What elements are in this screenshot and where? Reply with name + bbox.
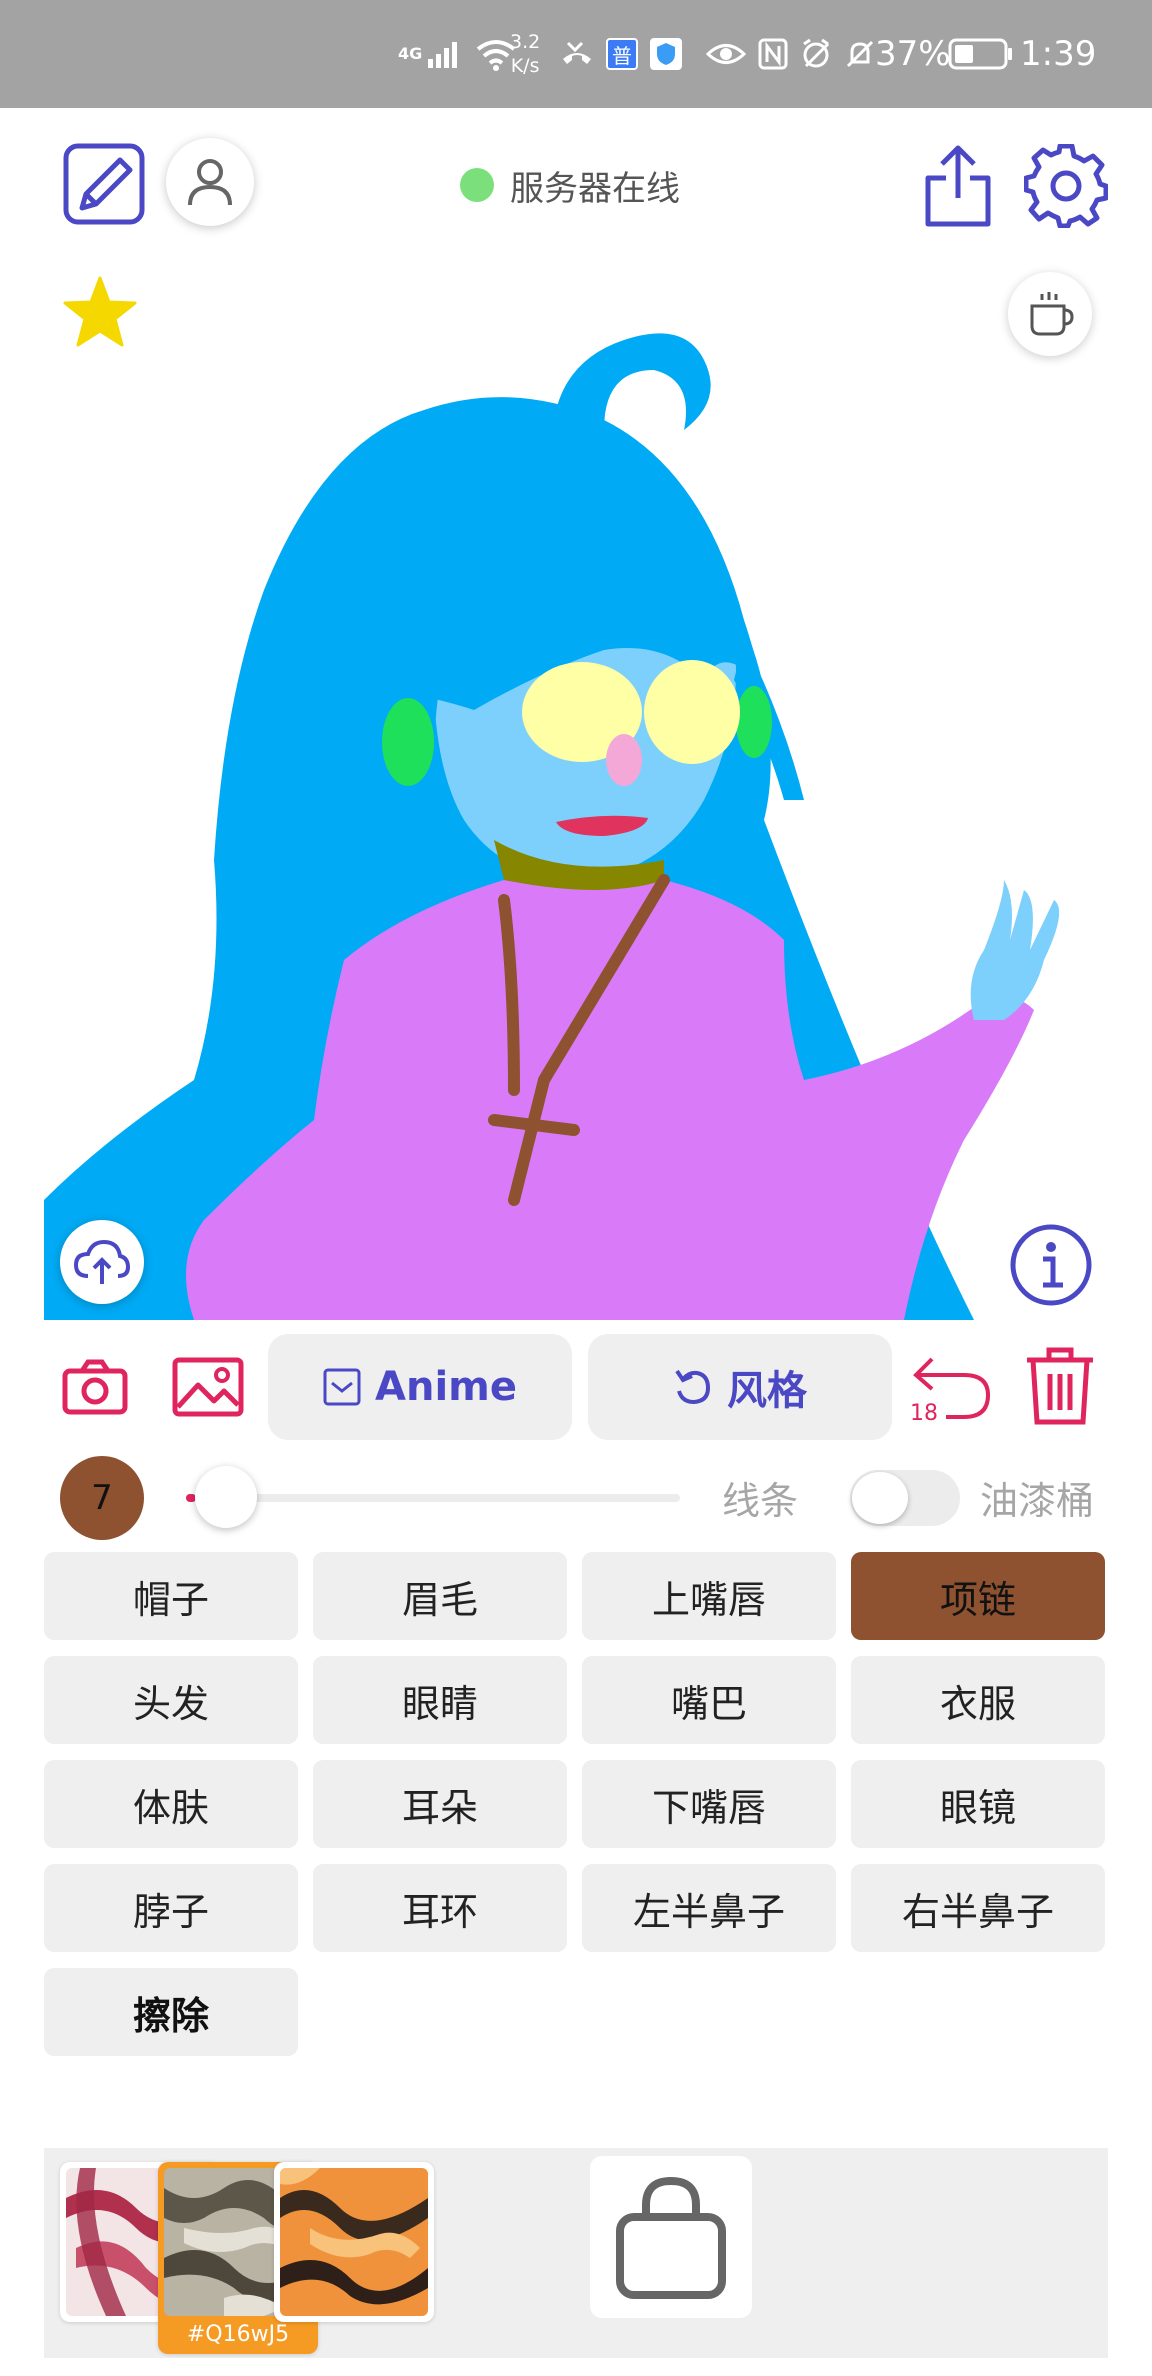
eye-icon <box>706 44 746 64</box>
texture-tray: #Q16wJ5 <box>44 2148 1108 2358</box>
camera-icon <box>62 1359 128 1415</box>
nfc-icon <box>758 38 788 70</box>
cloud-upload-icon <box>74 1239 130 1284</box>
signal-icon <box>428 42 458 68</box>
camera-button[interactable] <box>60 1352 130 1422</box>
server-status: 服务器在线 <box>460 160 680 210</box>
part-button[interactable]: 头发 <box>44 1656 298 1744</box>
share-button[interactable] <box>916 140 1000 232</box>
trash-icon <box>1027 1347 1093 1425</box>
refresh-icon <box>675 1369 711 1405</box>
undo-button[interactable]: 18 <box>904 1346 1000 1426</box>
part-button[interactable]: 擦除 <box>44 1968 298 2056</box>
brush-size-slider[interactable] <box>186 1494 680 1502</box>
speed-value: 3.2 <box>510 31 541 53</box>
part-button[interactable]: 眼睛 <box>313 1656 567 1744</box>
part-button[interactable]: 体肤 <box>44 1760 298 1848</box>
selected-texture-label: #Q16wJ5 <box>186 2322 290 2347</box>
speed-unit: K/s <box>510 55 540 77</box>
part-button[interactable]: 上嘴唇 <box>582 1552 836 1640</box>
battery-percent: 37% <box>875 34 951 74</box>
part-button[interactable]: 衣服 <box>851 1656 1105 1744</box>
part-button[interactable]: 眼镜 <box>851 1760 1105 1848</box>
part-button[interactable]: 眉毛 <box>313 1552 567 1640</box>
missed-call-icon <box>563 41 591 64</box>
drawing-canvas[interactable] <box>44 260 1108 1320</box>
anime-drawing <box>44 333 1060 1320</box>
checkbox-icon <box>323 1368 361 1406</box>
style-button[interactable]: 风格 <box>588 1334 892 1440</box>
upload-button[interactable] <box>60 1220 144 1304</box>
app-badge-icon: 普 <box>606 38 638 70</box>
texture-item[interactable] <box>274 2162 434 2322</box>
part-button[interactable]: 嘴巴 <box>582 1656 836 1744</box>
shield-icon <box>650 38 682 70</box>
user-profile-button[interactable] <box>166 138 254 226</box>
style-button-label: 风格 <box>727 1368 807 1414</box>
shopping-bag-icon <box>616 2176 726 2299</box>
brush-size-indicator[interactable]: 7 <box>60 1456 144 1540</box>
brush-size-value: 7 <box>91 1478 113 1518</box>
alarm-off-icon <box>803 38 830 68</box>
anime-button[interactable]: Anime <box>268 1334 572 1440</box>
part-button[interactable]: 项链 <box>851 1552 1105 1640</box>
network-type: 4G <box>398 44 423 63</box>
paint-bucket-label: 油漆桶 <box>980 1479 1095 1523</box>
texture-thumbnail <box>280 2168 428 2316</box>
delete-button[interactable] <box>1016 1344 1104 1428</box>
anime-button-label: Anime <box>375 1364 517 1410</box>
part-button[interactable]: 下嘴唇 <box>582 1760 836 1848</box>
network-indicator: 4G <box>398 0 516 108</box>
mute-icon <box>846 40 874 68</box>
part-button[interactable]: 耳环 <box>313 1864 567 1952</box>
gallery-button[interactable] <box>170 1352 246 1422</box>
parts-grid: 帽子 眉毛 上嘴唇 项链头发 眼睛 嘴巴 衣服体肤 耳朵 下嘴唇 眼镜脖子 耳环 左半鼻子 右半鼻子擦除 <box>44 1552 1108 2056</box>
server-status-dot <box>460 168 494 202</box>
part-button[interactable]: 耳朵 <box>313 1760 567 1848</box>
share-icon <box>925 145 991 227</box>
edit-icon[interactable] <box>62 142 146 226</box>
paint-bucket-toggle[interactable] <box>850 1470 960 1526</box>
info-button[interactable] <box>1008 1222 1094 1308</box>
info-icon <box>1010 1224 1092 1306</box>
undo-count: 18 <box>910 1401 938 1426</box>
part-button[interactable]: 左半鼻子 <box>582 1864 836 1952</box>
battery-icon <box>948 0 1014 108</box>
settings-button[interactable] <box>1020 140 1112 232</box>
network-speed: 3.2 K/s <box>510 0 540 108</box>
clock: 1:39 <box>1020 34 1097 74</box>
app-badge-text: 普 <box>612 43 632 68</box>
brush-size-slider-thumb[interactable] <box>194 1466 257 1528</box>
part-button[interactable]: 帽子 <box>44 1552 298 1640</box>
image-icon <box>172 1357 244 1417</box>
status-icons: 普 <box>560 0 876 108</box>
line-mode-label: 线条 <box>722 1479 799 1523</box>
part-button[interactable]: 脖子 <box>44 1864 298 1952</box>
user-icon <box>188 159 232 206</box>
paint-bucket-toggle-knob <box>852 1472 908 1524</box>
gear-icon <box>1024 144 1108 228</box>
part-button[interactable]: 右半鼻子 <box>851 1864 1105 1952</box>
server-status-text: 服务器在线 <box>510 168 680 209</box>
shop-button[interactable] <box>590 2156 752 2318</box>
status-bar: 4G 3.2 K/s 普 37% 1:39 <box>0 0 1152 108</box>
